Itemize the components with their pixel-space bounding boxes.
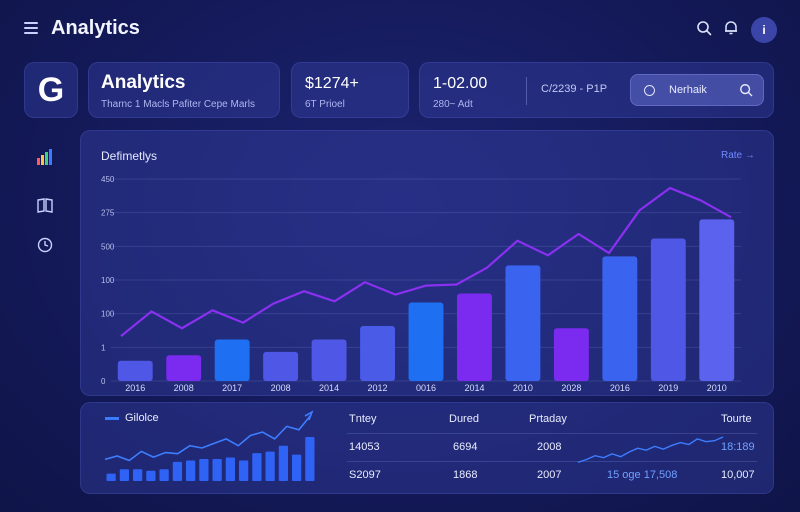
x-tick-label: 2019 xyxy=(658,383,678,393)
chart-bar xyxy=(457,293,492,381)
chart-bar xyxy=(553,328,589,381)
summary-label: 280~ Adt xyxy=(433,99,473,110)
mini-bar xyxy=(186,460,196,481)
mini-bar xyxy=(106,473,116,481)
table-header-4: Tourte xyxy=(721,413,752,425)
chart-bar xyxy=(505,265,541,381)
analytics-card[interactable]: Analytics Tharnc 1 Macls Pafiter Cepe Ma… xyxy=(88,62,280,118)
x-tick-label: 2008 xyxy=(271,383,291,393)
table-cell: 18:189 xyxy=(721,441,755,453)
user-avatar[interactable]: i xyxy=(751,17,777,43)
price-card[interactable]: $1274+ 6T Prioel xyxy=(291,62,409,118)
bell-icon[interactable] xyxy=(721,18,741,38)
x-tick-label: 0016 xyxy=(416,383,436,393)
table-cell: 1868 xyxy=(453,469,478,481)
mini-bar xyxy=(146,470,156,481)
price-value: $1274+ xyxy=(305,75,359,92)
mini-bar xyxy=(119,469,129,481)
mini-bar xyxy=(278,445,288,481)
table-cell: 2007 xyxy=(537,469,562,481)
trend-sparkline xyxy=(577,436,724,463)
y-tick-label: 0 xyxy=(101,377,106,386)
bottom-card: Gilolce Tntey Dured Prtaday Tourte 14053… xyxy=(80,402,774,494)
table-cell: 14053 xyxy=(349,441,380,453)
book-icon[interactable] xyxy=(34,194,56,216)
chart-bar xyxy=(263,351,299,381)
chart-bar xyxy=(117,360,153,381)
search-icon[interactable] xyxy=(694,18,714,38)
y-tick-label: 100 xyxy=(101,276,115,285)
mini-bar xyxy=(159,469,169,481)
chart-bar xyxy=(166,355,202,381)
search-input[interactable]: Nerhaik xyxy=(630,74,764,106)
x-tick-label: 2010 xyxy=(513,383,533,393)
circle-icon xyxy=(644,85,655,96)
mini-bar xyxy=(212,459,222,481)
x-tick-label: 2008 xyxy=(174,383,194,393)
x-tick-label: 2014 xyxy=(319,383,339,393)
chart-bar xyxy=(408,302,444,381)
table-header-2: Dured xyxy=(449,413,479,425)
table-cell: 6694 xyxy=(453,441,478,453)
clock-icon[interactable] xyxy=(34,234,56,256)
chart-bar xyxy=(311,339,347,381)
table-header-3: Prtaday xyxy=(529,413,567,425)
mini-bar xyxy=(305,437,315,481)
price-label: 6T Prioel xyxy=(305,99,345,110)
chart-bar xyxy=(650,238,686,381)
mini-bar xyxy=(239,460,249,481)
logo-card: G xyxy=(24,62,78,118)
mini-chart xyxy=(104,410,315,481)
x-tick-label: 2012 xyxy=(368,383,388,393)
summary-middle-text: C/2239 - P1P xyxy=(541,83,608,95)
chart-bars-icon[interactable] xyxy=(34,146,56,168)
top-bar: Analytics i xyxy=(0,0,800,58)
table-cell: 2008 xyxy=(537,441,562,453)
chart-bar xyxy=(602,256,638,381)
mini-bar xyxy=(265,451,275,481)
mini-bar xyxy=(292,454,302,481)
main-chart-card: Defimetlys Rate → 450 275 500 100 100 1 0 2016 2… xyxy=(80,130,774,396)
x-tick-label: 2017 xyxy=(222,383,242,393)
analytics-card-title: Analytics xyxy=(101,72,186,93)
menu-icon[interactable] xyxy=(24,22,38,34)
chart-bar xyxy=(360,326,395,381)
y-tick-label: 100 xyxy=(101,310,115,319)
sidebar xyxy=(24,130,66,490)
x-tick-label: 2016 xyxy=(610,383,630,393)
table-cell: 10,007 xyxy=(721,469,755,481)
y-tick-label: 500 xyxy=(101,242,115,251)
mini-bar xyxy=(133,469,143,481)
y-tick-label: 1 xyxy=(101,343,106,352)
x-tick-label: 2014 xyxy=(464,383,484,393)
mini-bar xyxy=(225,457,235,481)
x-tick-label: 2028 xyxy=(561,383,581,393)
trend-line xyxy=(577,436,724,463)
table-header-1: Tntey xyxy=(349,413,377,425)
app-title: Analytics xyxy=(51,17,140,39)
summary-card: 1-02.00 280~ Adt C/2239 - P1P Nerhaik xyxy=(419,62,774,118)
logo-letter: G xyxy=(37,70,65,109)
x-tick-label: 2016 xyxy=(125,383,145,393)
mini-bar xyxy=(172,461,182,481)
analytics-card-subtitle: Tharnc 1 Macls Pafiter Cepe Marls xyxy=(101,99,255,110)
y-tick-label: 450 xyxy=(101,175,115,184)
mini-bar xyxy=(199,459,209,481)
x-tick-label: 2010 xyxy=(707,383,727,393)
avatar-label: i xyxy=(762,23,766,37)
chart-bar xyxy=(214,339,250,381)
y-tick-label: 275 xyxy=(101,209,115,218)
summary-divider xyxy=(526,77,527,105)
mini-bar xyxy=(252,453,262,481)
search-input-value: Nerhaik xyxy=(669,84,707,96)
main-chart: 450 275 500 100 100 1 0 2016 2008 2017 2008 2014 201… xyxy=(101,175,741,393)
summary-value: 1-02.00 xyxy=(433,75,488,92)
chart-bar xyxy=(699,219,735,381)
table-cell: S2097 xyxy=(349,469,381,481)
search-submit-icon[interactable] xyxy=(739,83,753,102)
